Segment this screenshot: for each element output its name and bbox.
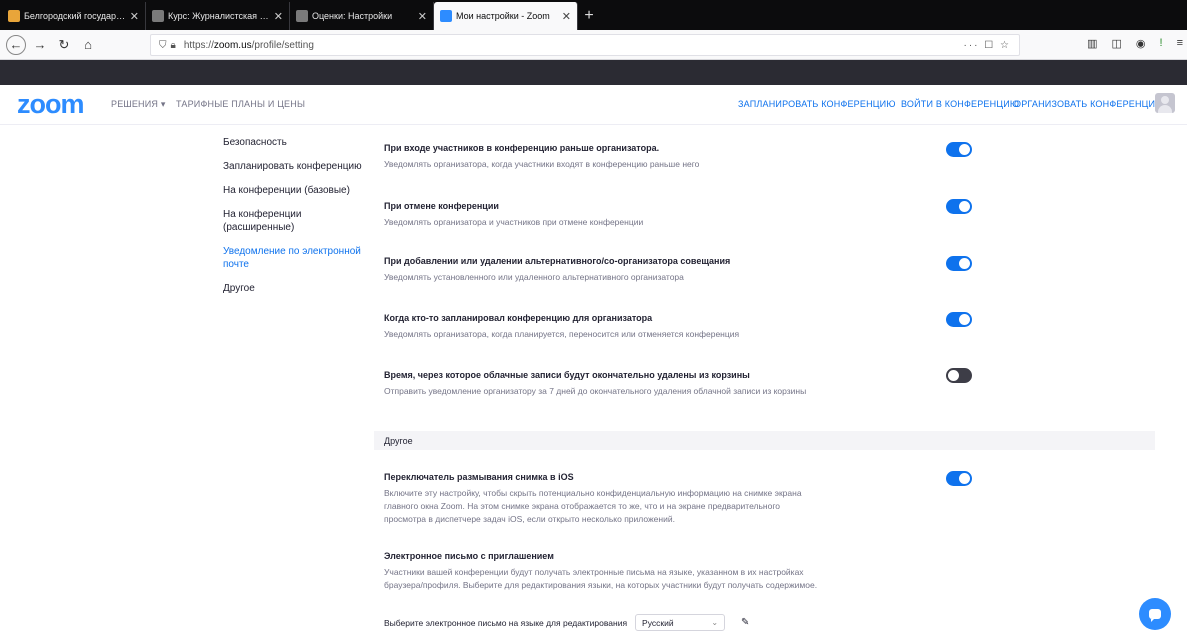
language-value: Русский: [642, 617, 674, 628]
reload-icon[interactable]: ↻: [54, 35, 74, 55]
browser-navbar: ← → ↻ ⌂ ⛉ 🔒︎ https://zoom.us/profile/set…: [0, 30, 1187, 60]
setting-row: Когда кто-то запланировал конференцию дл…: [384, 312, 984, 341]
zoom-header: zoom РЕШЕНИЯ ▾ ТАРИФНЫЕ ПЛАНЫ И ЦЕНЫ ЗАП…: [0, 85, 1187, 125]
setting-desc: Уведомлять организатора и участников при…: [384, 217, 644, 227]
setting-row-invite: Электронное письмо с приглашением Участн…: [384, 550, 824, 592]
nav-solutions[interactable]: РЕШЕНИЯ ▾: [111, 99, 166, 110]
section-header-other: Другое: [374, 431, 1155, 450]
browser-tabstrip: Белгородский государственн ✕ Курс: Журна…: [0, 0, 1187, 30]
moodle-favicon-icon: [152, 10, 164, 22]
setting-desc: Уведомлять организатора, когда планирует…: [384, 329, 740, 339]
tab-title: Мои настройки - Zoom: [456, 11, 550, 21]
dark-banner: [0, 60, 1187, 85]
browser-tab[interactable]: Белгородский государственн ✕: [2, 2, 146, 30]
setting-title: Когда кто-то запланировал конференцию дл…: [384, 313, 653, 323]
browser-tab[interactable]: Курс: Журналистская деятел ✕: [146, 2, 290, 30]
browser-toolbar-right: ▥ ◫ ◉ ! ≡: [1087, 37, 1183, 50]
setting-title: При входе участников в конференцию раньш…: [384, 143, 660, 153]
setting-row: При отмене конференции Уведомлять органи…: [384, 200, 984, 229]
setting-toggle[interactable]: [946, 471, 972, 486]
forward-arrow-icon[interactable]: →: [30, 35, 50, 55]
sidebar-icon[interactable]: ◫: [1112, 37, 1122, 50]
submenu-item-advanced[interactable]: На конференции (расширенные): [223, 208, 363, 234]
language-row: Выберите электронное письмо на языке для…: [384, 614, 749, 631]
setting-toggle-off[interactable]: [946, 368, 972, 383]
url-path: /profile/setting: [251, 39, 314, 51]
nav-schedule[interactable]: ЗАПЛАНИРОВАТЬ КОНФЕРЕНЦИЮ: [738, 99, 896, 109]
toggle-knob: [959, 258, 970, 269]
lock-icon: 🔒︎: [170, 39, 176, 51]
close-tab-icon[interactable]: ✕: [274, 10, 283, 23]
extension-pin-icon[interactable]: !: [1160, 37, 1163, 50]
extension-icon[interactable]: ◉: [1136, 37, 1146, 50]
toggle-knob: [959, 144, 970, 155]
language-select[interactable]: Русский ⌄: [635, 614, 726, 631]
chat-bubble-icon: [1149, 609, 1161, 622]
nav-host[interactable]: ОРГАНИЗОВАТЬ КОНФЕРЕНЦИЮ ▾: [1014, 99, 1172, 110]
language-label: Выберите электронное письмо на языке для…: [384, 617, 628, 628]
browser-tab-active[interactable]: Мои настройки - Zoom ✕: [434, 2, 578, 30]
pencil-edit-icon[interactable]: ✎: [741, 617, 749, 628]
chat-support-button[interactable]: [1139, 598, 1171, 630]
setting-title: Электронное письмо с приглашением: [384, 551, 554, 561]
page-actions[interactable]: ··· ☐ ☆: [964, 40, 1011, 51]
setting-toggle[interactable]: [946, 142, 972, 157]
shield-icon: ⛉: [159, 39, 167, 51]
setting-desc: Уведомлять организатора, когда участники…: [384, 159, 700, 169]
url-prefix: https://: [183, 39, 214, 51]
zoom-logo[interactable]: zoom: [17, 89, 84, 120]
setting-desc: Включите эту настройку, чтобы скрыть пот…: [384, 488, 802, 524]
setting-title: Время, через которое облачные записи буд…: [384, 370, 750, 380]
setting-desc: Отправить уведомление организатору за 7 …: [384, 386, 807, 396]
close-tab-icon[interactable]: ✕: [562, 10, 571, 23]
setting-title: При добавлении или удалении альтернативн…: [384, 256, 731, 266]
toggle-knob: [959, 314, 970, 325]
back-arrow-icon[interactable]: ←: [6, 34, 26, 55]
nav-join[interactable]: ВОЙТИ В КОНФЕРЕНЦИЮ: [901, 99, 1019, 109]
tab-title: Белгородский государственн: [24, 11, 126, 21]
settings-submenu: Безопасность Запланировать конференцию Н…: [223, 136, 363, 306]
avatar[interactable]: [1155, 93, 1175, 113]
nav-plans[interactable]: ТАРИФНЫЕ ПЛАНЫ И ЦЕНЫ: [176, 99, 305, 109]
url-domain: zoom.us: [213, 39, 252, 51]
library-icon[interactable]: ▥: [1087, 37, 1097, 50]
close-tab-icon[interactable]: ✕: [418, 10, 427, 23]
submenu-item-basic[interactable]: На конференции (базовые): [223, 184, 363, 197]
menu-icon[interactable]: ≡: [1177, 37, 1183, 50]
tab-title: Оценки: Настройки: [312, 11, 393, 21]
browser-tab[interactable]: Оценки: Настройки ✕: [290, 2, 434, 30]
toggle-knob: [948, 370, 959, 381]
setting-desc: Участники вашей конференции будут получа…: [384, 567, 818, 590]
setting-row: При добавлении или удалении альтернативн…: [384, 255, 984, 284]
setting-title: При отмене конференции: [384, 201, 499, 211]
setting-row-ios: Переключатель размывания снимка в iOS Вк…: [384, 471, 824, 526]
moodle-favicon-icon: [296, 10, 308, 22]
setting-title: Переключатель размывания снимка в iOS: [384, 472, 574, 482]
setting-toggle[interactable]: [946, 199, 972, 214]
submenu-item-schedule[interactable]: Запланировать конференцию: [223, 160, 363, 173]
setting-toggle[interactable]: [946, 312, 972, 327]
toggle-knob: [959, 201, 970, 212]
setting-row: При входе участников в конференцию раньш…: [384, 142, 984, 171]
close-tab-icon[interactable]: ✕: [130, 10, 139, 23]
setting-toggle[interactable]: [946, 256, 972, 271]
setting-desc: Уведомлять установленного или удаленного…: [384, 272, 684, 282]
submenu-item-security[interactable]: Безопасность: [223, 136, 363, 149]
submenu-item-email[interactable]: Уведомление по электронной почте: [223, 245, 363, 271]
chevron-down-icon: ⌄: [711, 618, 719, 627]
submenu-item-other[interactable]: Другое: [223, 282, 363, 295]
address-bar[interactable]: ⛉ 🔒︎ https://zoom.us/profile/setting ···…: [150, 34, 1020, 56]
zoom-favicon-icon: [440, 10, 452, 22]
setting-row: Время, через которое облачные записи буд…: [384, 369, 984, 398]
site-favicon-icon: [8, 10, 20, 22]
new-tab-button[interactable]: +: [578, 2, 600, 30]
home-icon[interactable]: ⌂: [78, 35, 98, 55]
toggle-knob: [959, 473, 970, 484]
tab-title: Курс: Журналистская деятел: [168, 11, 270, 21]
